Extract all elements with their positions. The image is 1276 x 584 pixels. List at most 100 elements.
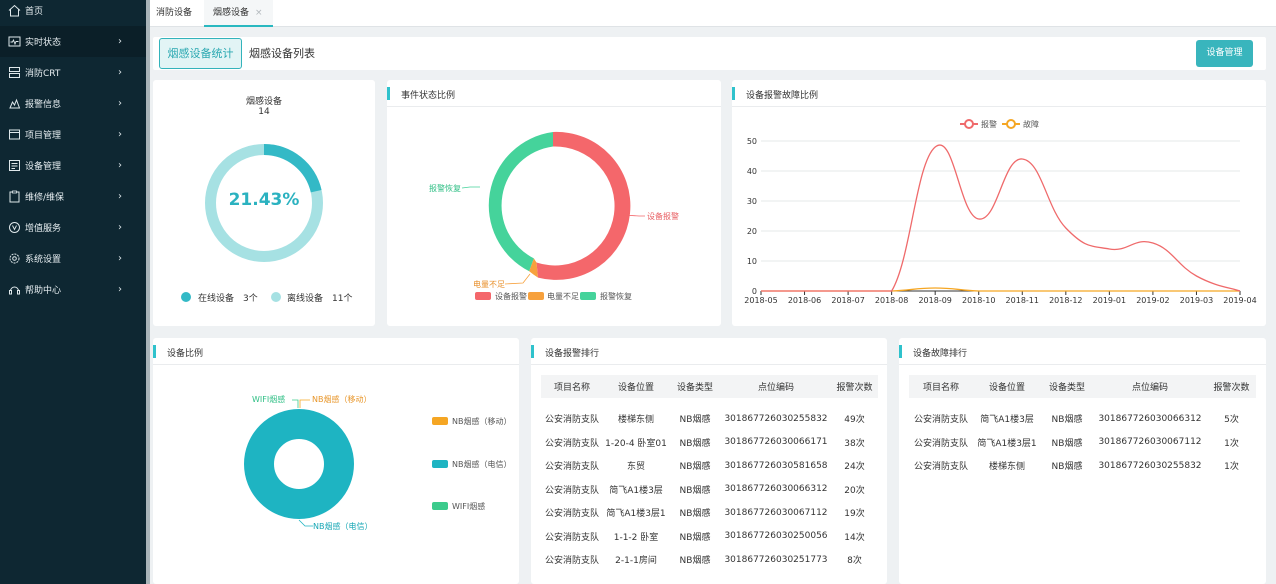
value-icon	[7, 221, 21, 235]
y-tick-label: 50	[747, 137, 757, 146]
legend-wifi[interactable]: WIFI烟感	[452, 501, 485, 512]
tab-fire-equipment[interactable]: 消防设备	[156, 0, 192, 27]
legend-recovered[interactable]: 报警恢复	[600, 291, 632, 302]
table-row[interactable]: 公安消防支队 简飞A1楼3层1 NB烟感 301867726030067112 19次	[541, 501, 878, 525]
chevron-right-icon: ›	[118, 67, 122, 78]
table-cell: 公安消防支队	[913, 462, 968, 473]
table-cell: 公安消防支队	[544, 485, 599, 496]
card-header: 设备故障排行	[899, 338, 1266, 365]
table-cell: 301867726030581658	[724, 460, 828, 471]
sidebar-item-repair[interactable]: 维修/维保 ›	[0, 181, 146, 212]
column-header: 设备位置	[973, 375, 1041, 398]
sidebar-item-home[interactable]: 首页	[0, 0, 146, 26]
table-cell: 301867726030067112	[724, 507, 828, 518]
folder-icon	[7, 128, 21, 142]
table-cell: 301867726030250056	[724, 531, 828, 542]
alarm-slice	[536, 131, 631, 280]
column-header: 点位编码	[1093, 375, 1207, 398]
y-tick-label: 40	[747, 167, 757, 176]
column-header: 项目名称	[541, 375, 603, 398]
sidebar-item-help[interactable]: 帮助中心 ›	[0, 274, 146, 305]
y-tick-label: 0	[752, 287, 757, 296]
legend-low-power[interactable]: 电量不足	[547, 291, 579, 302]
close-icon[interactable]: ×	[255, 8, 263, 18]
table-cell: 301867726030067112	[1098, 437, 1202, 448]
tab-label: 消防设备	[156, 8, 193, 18]
table-cell: NB烟感	[679, 415, 711, 426]
table-row[interactable]: 公安消防支队 1-1-2 卧室 NB烟感 301867726030250056 14次	[541, 525, 878, 549]
table-header-row: 项目名称 设备位置 设备类型 点位编码 报警次数	[541, 375, 878, 398]
fault-rank-table: 项目名称 设备位置 设备类型 点位编码 报警次数 公安消防支队 简飞A1楼3层 NB…	[909, 375, 1256, 478]
online-percent: 21.43%	[228, 190, 300, 210]
table-cell: 301867726030066312	[724, 484, 828, 495]
table-cell: 20次	[844, 485, 865, 496]
tab-bar: 消防设备 烟感设备 ×	[150, 0, 1276, 27]
table-row[interactable]: 公安消防支队 2-1-1房间 NB烟感 301867726030251773 8次	[541, 548, 878, 572]
legend-nb-mobile[interactable]: NB烟感（移动）	[452, 416, 511, 427]
alarm-fault-card: 设备报警故障比例 报警 故障 0 10 20 30 40 50 2018-05 2018-06…	[732, 80, 1266, 326]
table-cell: 49次	[844, 415, 865, 426]
column-header: 项目名称	[909, 375, 973, 398]
table-cell: NB烟感	[679, 532, 711, 543]
table-cell: 301867726030255832	[1098, 460, 1202, 471]
chevron-right-icon: ›	[118, 129, 122, 140]
tab-smoke-equipment[interactable]: 烟感设备 ×	[204, 0, 273, 27]
legend-alarm-swatch	[475, 292, 491, 300]
legend-alarm[interactable]: 设备报警	[495, 291, 527, 302]
table-row[interactable]: 公安消防支队 楼梯东侧 NB烟感 301867726030255832 1次	[909, 454, 1256, 478]
recovered-label: 报警恢复	[429, 184, 461, 193]
alarm-rank-card: 设备报警排行 项目名称 设备位置 设备类型 点位编码 报警次数 公安消防支队 楼梯…	[531, 338, 887, 584]
table-cell: 公安消防支队	[544, 415, 599, 426]
alarm-icon	[7, 97, 21, 111]
alarm-series-line	[760, 144, 1241, 292]
table-cell: 公安消防支队	[544, 509, 599, 520]
table-cell: 301867726030066312	[1098, 413, 1202, 424]
home-icon	[7, 4, 21, 18]
online-legend-dot	[181, 292, 191, 302]
sidebar-item-value-service[interactable]: 增值服务 ›	[0, 212, 146, 243]
table-cell: NB烟感	[1051, 438, 1083, 449]
x-tick-label: 2019-01	[1093, 296, 1126, 305]
table-cell: 2-1-1房间	[615, 556, 657, 567]
table-cell: NB烟感	[1051, 415, 1083, 426]
nb-mobile-label: NB烟感（移动）	[312, 395, 372, 404]
table-row[interactable]: 公安消防支队 1-20-4 卧室01 NB烟感 301867726030066171 3…	[541, 431, 878, 455]
offline-legend-label: 离线设备	[287, 294, 324, 304]
table-cell: 公安消防支队	[913, 438, 968, 449]
tab-smoke-list[interactable]: 烟感设备列表	[249, 38, 315, 69]
sidebar-item-settings[interactable]: 系统设置 ›	[0, 243, 146, 274]
tab-smoke-stats[interactable]: 烟感设备统计	[159, 38, 242, 69]
smoke-card-title: 烟感设备	[245, 97, 282, 107]
sidebar-item-project[interactable]: 项目管理 ›	[0, 119, 146, 150]
online-legend-label: 在线设备	[198, 294, 235, 304]
sidebar-scroll-edge	[146, 0, 150, 584]
chevron-right-icon: ›	[118, 253, 122, 264]
table-cell: 14次	[844, 532, 865, 543]
sidebar-item-label: 设备管理	[25, 162, 62, 172]
legend-nb-telecom-swatch	[432, 460, 448, 468]
column-header: 设备类型	[669, 375, 721, 398]
chevron-right-icon: ›	[118, 284, 122, 295]
table-cell: 楼梯东侧	[988, 462, 1025, 473]
table-row[interactable]: 公安消防支队 简飞A1楼3层 NB烟感 301867726030066312 20次	[541, 478, 878, 502]
clipboard-icon	[7, 190, 21, 204]
gear-icon	[7, 252, 21, 266]
table-row[interactable]: 公安消防支队 楼梯东侧 NB烟感 301867726030255832 49次	[541, 407, 878, 431]
sidebar-item-device[interactable]: 设备管理 ›	[0, 150, 146, 181]
help-icon	[7, 283, 21, 297]
table-cell: 301867726030066171	[724, 437, 828, 448]
sidebar-item-alarm[interactable]: 报警信息 ›	[0, 88, 146, 119]
sidebar-item-realtime[interactable]: 实时状态 ›	[0, 26, 146, 57]
table-row[interactable]: 公安消防支队 简飞A1楼3层1 NB烟感 301867726030067112 1次	[909, 431, 1256, 455]
table-cell: 301867726030255832	[724, 413, 828, 424]
y-tick-label: 10	[747, 257, 757, 266]
legend-nb-telecom[interactable]: NB烟感（电信）	[452, 459, 511, 470]
table-row[interactable]: 公安消防支队 简飞A1楼3层 NB烟感 301867726030066312 5次	[909, 407, 1256, 431]
tab-label: 烟感设备	[213, 8, 250, 18]
sidebar-item-label: 维修/维保	[25, 193, 65, 203]
chevron-right-icon: ›	[118, 98, 122, 109]
device-management-button[interactable]: 设备管理	[1196, 40, 1253, 67]
recovered-leader-line	[461, 186, 480, 189]
table-row[interactable]: 公安消防支队 东贸 NB烟感 301867726030581658 24次	[541, 454, 878, 478]
sidebar-item-crt[interactable]: 消防CRT ›	[0, 57, 146, 88]
